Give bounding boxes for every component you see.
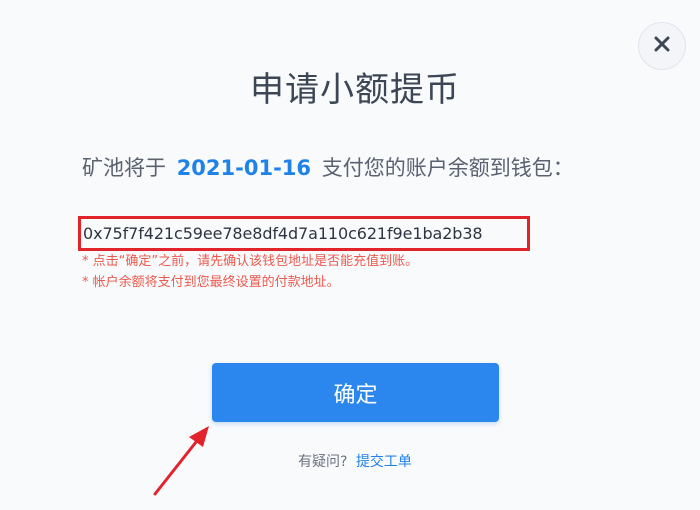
withdraw-dialog: 申请小额提币 矿池将于 2021-01-16 支付您的账户余额到钱包： 0x75… bbox=[0, 0, 700, 510]
payout-info: 矿池将于 2021-01-16 支付您的账户余额到钱包： bbox=[82, 152, 574, 184]
help-line: 有疑问? 提交工单 bbox=[0, 452, 700, 472]
payout-info-prefix: 矿池将于 bbox=[82, 156, 166, 180]
wallet-address: 0x75f7f421c59ee78e8df4d7a110c621f9e1ba2b… bbox=[83, 224, 483, 243]
help-question: 有疑问? bbox=[298, 454, 348, 470]
dialog-title: 申请小额提币 bbox=[250, 70, 460, 110]
payout-info-suffix: 支付您的账户余额到钱包： bbox=[321, 156, 574, 180]
payment-address-note: * 帐户余额将支付到您最终设置的付款地址。 bbox=[82, 275, 340, 290]
close-icon bbox=[652, 34, 672, 58]
submit-ticket-link[interactable]: 提交工单 bbox=[356, 454, 412, 470]
payout-date: 2021-01-16 bbox=[176, 156, 312, 180]
close-button[interactable] bbox=[638, 22, 686, 70]
confirm-note: * 点击“确定”之前，请先确认该钱包地址是否能充值到账。 bbox=[82, 254, 419, 269]
confirm-button[interactable]: 确定 bbox=[212, 363, 499, 422]
wallet-address-highlight: 0x75f7f421c59ee78e8df4d7a110c621f9e1ba2b… bbox=[78, 216, 530, 251]
